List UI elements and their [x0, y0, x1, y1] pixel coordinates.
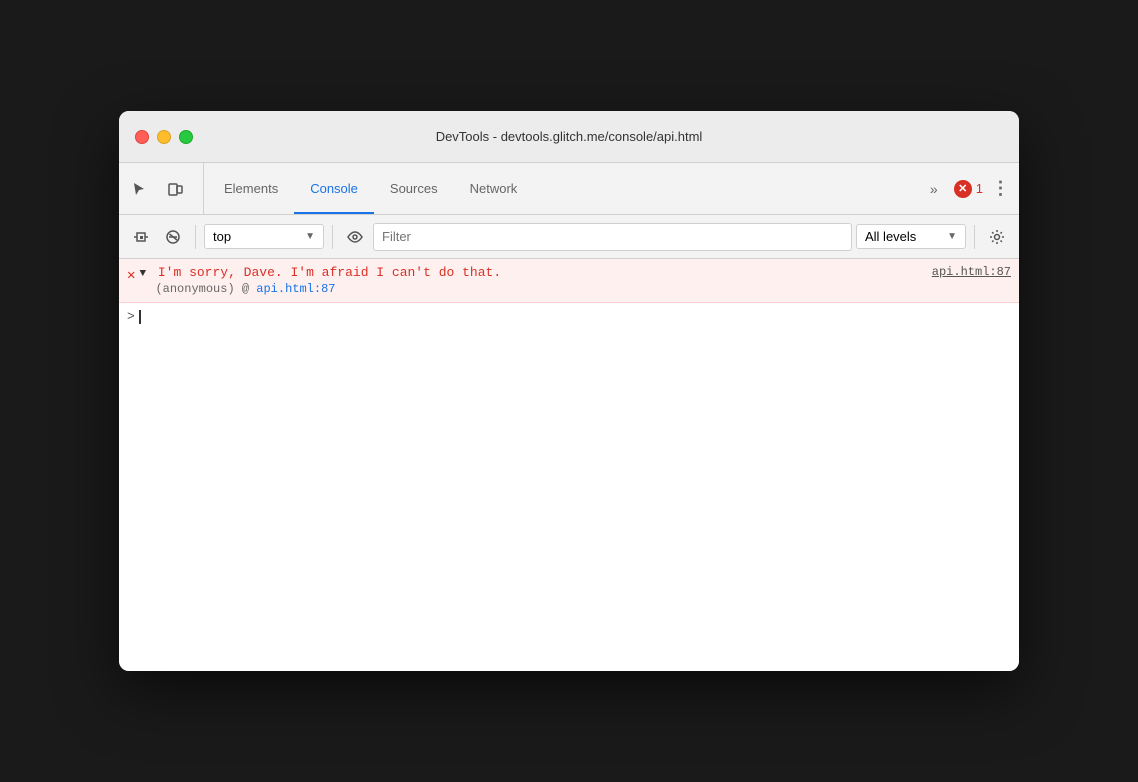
cursor-tool-button[interactable]	[123, 173, 155, 205]
filter-input[interactable]	[373, 223, 852, 251]
gear-icon	[989, 229, 1005, 245]
error-stack-trace: (anonymous) @ api.html:87	[139, 282, 1011, 296]
eye-button[interactable]	[341, 223, 369, 251]
clear-console-button[interactable]	[159, 223, 187, 251]
error-icon: ✕	[127, 267, 135, 284]
minimize-button[interactable]	[157, 130, 171, 144]
toolbar-divider-3	[974, 225, 975, 249]
error-x-mark: ✕	[958, 182, 967, 195]
error-main-line: ▼ I'm sorry, Dave. I'm afraid I can't do…	[139, 265, 1011, 280]
tab-console[interactable]: Console	[294, 163, 374, 214]
stack-source-link[interactable]: api.html:87	[256, 282, 335, 296]
clear-icon	[165, 229, 181, 245]
console-prompt: >	[127, 309, 135, 324]
console-input-row: >	[119, 303, 1019, 330]
traffic-lights	[135, 130, 193, 144]
error-badge: ✕ 1	[954, 180, 983, 198]
more-tabs-button[interactable]: »	[918, 173, 950, 205]
console-content: ✕ ▼ I'm sorry, Dave. I'm afraid I can't …	[119, 259, 1019, 671]
eye-icon	[347, 229, 363, 245]
toolbar-divider-1	[195, 225, 196, 249]
tab-bar-right: » ✕ 1 ⋮	[910, 163, 1015, 214]
error-message-text: I'm sorry, Dave. I'm afraid I can't do t…	[158, 265, 501, 280]
close-button[interactable]	[135, 130, 149, 144]
console-toolbar: top ▼ All levels ▼	[119, 215, 1019, 259]
tab-bar: Elements Console Sources Network » ✕ 1 ⋮	[119, 163, 1019, 215]
error-log-row: ✕ ▼ I'm sorry, Dave. I'm afraid I can't …	[119, 259, 1019, 303]
expand-triangle-icon[interactable]: ▼	[139, 268, 146, 280]
device-icon	[167, 181, 183, 197]
toolbar-divider-2	[332, 225, 333, 249]
context-select[interactable]: top ▼	[204, 224, 324, 249]
tab-bar-tools	[123, 163, 204, 214]
error-source-link[interactable]: api.html:87	[932, 265, 1011, 279]
tab-sources[interactable]: Sources	[374, 163, 454, 214]
levels-dropdown-arrow: ▼	[947, 231, 957, 242]
console-cursor	[139, 310, 141, 324]
settings-button[interactable]	[983, 223, 1011, 251]
expand-icon	[133, 229, 149, 245]
device-toggle-button[interactable]	[159, 173, 191, 205]
window-title: DevTools - devtools.glitch.me/console/ap…	[436, 129, 703, 144]
error-content: ▼ I'm sorry, Dave. I'm afraid I can't do…	[139, 265, 1011, 296]
stack-anonymous-text: (anonymous) @	[155, 282, 256, 296]
expand-button[interactable]	[127, 223, 155, 251]
levels-select[interactable]: All levels ▼	[856, 224, 966, 249]
context-dropdown-arrow: ▼	[305, 231, 315, 242]
cursor-icon	[131, 181, 147, 197]
error-message-container: ▼ I'm sorry, Dave. I'm afraid I can't do…	[139, 265, 501, 280]
tab-network[interactable]: Network	[454, 163, 534, 214]
title-bar: DevTools - devtools.glitch.me/console/ap…	[119, 111, 1019, 163]
tab-elements[interactable]: Elements	[208, 163, 294, 214]
tab-items: Elements Console Sources Network	[208, 163, 910, 214]
error-count-icon: ✕	[954, 180, 972, 198]
maximize-button[interactable]	[179, 130, 193, 144]
devtools-window: DevTools - devtools.glitch.me/console/ap…	[119, 111, 1019, 671]
error-count: 1	[976, 181, 983, 196]
more-menu-button[interactable]: ⋮	[987, 175, 1015, 203]
